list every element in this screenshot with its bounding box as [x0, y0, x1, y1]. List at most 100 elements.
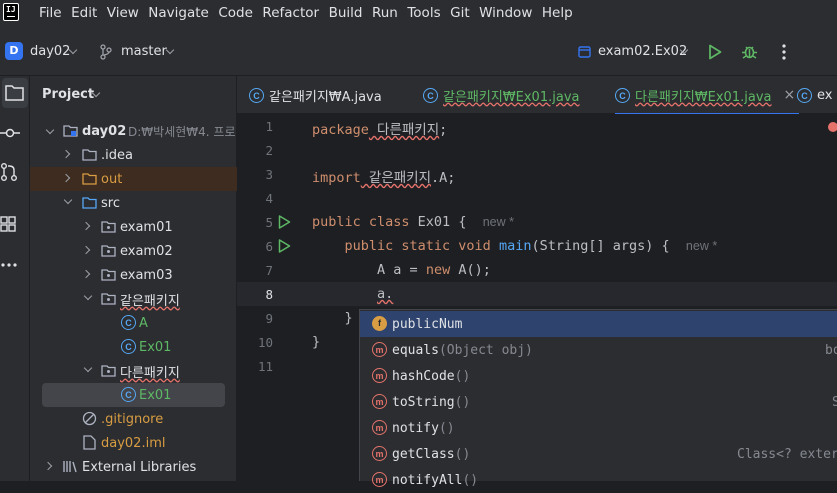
tab-label: 같은패키지₩A.java — [269, 89, 382, 105]
run-config-icon — [578, 46, 591, 58]
tree-label: exam03 — [120, 267, 173, 283]
collapse-chevron-icon[interactable] — [83, 291, 93, 301]
tree-row-exam03[interactable]: exam03 — [30, 263, 237, 287]
completion-name: publicNum — [392, 316, 463, 332]
tree-label: exam02 — [120, 243, 173, 259]
expand-chevron-icon[interactable] — [81, 221, 91, 231]
tree-label: exam01 — [120, 219, 173, 235]
pull-requests-icon[interactable] — [0, 158, 30, 188]
project-selector[interactable]: day02 — [30, 44, 70, 59]
structure-icon[interactable] — [0, 208, 30, 238]
completion-params: () — [454, 368, 471, 384]
tree-row-exam01[interactable]: exam01 — [30, 215, 237, 239]
collapse-chevron-icon[interactable] — [63, 195, 73, 205]
tab-label: 다른패키지₩Ex01.java — [635, 89, 772, 105]
tree-row-src[interactable]: src — [30, 191, 237, 215]
menu-tools[interactable]: Tools — [407, 5, 440, 21]
package-icon — [101, 365, 116, 377]
final-method-icon: m — [372, 420, 387, 435]
menu-navigate[interactable]: Navigate — [148, 5, 209, 21]
ignore-file-icon — [82, 411, 97, 426]
main-menu: File Edit View Navigate Code Refactor Bu… — [39, 5, 582, 21]
folder-icon — [82, 149, 97, 161]
tree-row-external-libraries[interactable]: External Libraries — [30, 455, 237, 479]
run-gutter-icon[interactable] — [278, 239, 291, 253]
more-tools-icon[interactable] — [0, 250, 30, 280]
code-line-7: A a = new A(); — [377, 262, 491, 278]
package-icon — [101, 269, 116, 281]
line-number: 9 — [265, 311, 273, 326]
tree-label: 같은패키지 — [120, 293, 180, 309]
menu-run[interactable]: Run — [372, 5, 398, 21]
completion-item[interactable]: m equals(Object obj) bo — [360, 337, 837, 363]
line-number: 11 — [257, 359, 273, 374]
tree-label: 다른패키지 — [120, 365, 180, 381]
run-gutter-icon[interactable] — [278, 215, 291, 229]
menu-file[interactable]: File — [39, 5, 62, 21]
tree-row-ex01-same[interactable]: C Ex01 — [30, 335, 237, 359]
project-panel-title[interactable]: Project — [42, 87, 94, 102]
source-folder-icon — [82, 197, 97, 209]
tree-row-same-package[interactable]: 같은패키지 — [30, 287, 237, 311]
collapse-chevron-icon[interactable] — [83, 363, 93, 373]
menu-code[interactable]: Code — [218, 5, 253, 21]
expand-chevron-icon[interactable] — [45, 125, 55, 135]
menu-view[interactable]: View — [107, 5, 139, 21]
menu-window[interactable]: Window — [479, 5, 532, 21]
tab-a-java[interactable]: C 같은패키지₩A.java — [249, 76, 382, 114]
expand-chevron-icon[interactable] — [61, 149, 71, 159]
expand-chevron-icon[interactable] — [61, 173, 71, 183]
completion-item[interactable]: m notify() — [360, 415, 837, 441]
menu-build[interactable]: Build — [329, 5, 363, 21]
commit-icon[interactable] — [0, 118, 30, 148]
git-branch-icon — [100, 44, 112, 60]
completion-item[interactable]: m hashCode() — [360, 363, 837, 389]
menu-refactor[interactable]: Refactor — [262, 5, 319, 21]
author-hint: new * — [482, 215, 514, 229]
tree-row-idea[interactable]: .idea — [30, 143, 237, 167]
completion-item[interactable]: m notifyAll() — [360, 467, 837, 493]
completion-params: () — [454, 394, 471, 410]
tree-label: External Libraries — [82, 459, 197, 475]
class-icon: C — [797, 87, 812, 103]
menu-help[interactable]: Help — [542, 5, 573, 21]
tab-overflow[interactable]: C ex — [797, 76, 832, 114]
tab-label: 같은패키지₩Ex01.java — [443, 89, 580, 105]
intellij-logo-icon[interactable]: IJ — [3, 3, 19, 21]
completion-item[interactable]: m toString() S — [360, 389, 837, 415]
tree-row-exam02[interactable]: exam02 — [30, 239, 237, 263]
menu-git[interactable]: Git — [450, 5, 470, 21]
run-config-selector[interactable]: exam02.Ex02 — [598, 44, 687, 59]
completion-name: hashCode — [392, 368, 455, 384]
branch-selector[interactable]: master — [121, 44, 167, 59]
tree-row-root[interactable]: day02 D:₩박세현₩4. 프로 — [30, 119, 237, 143]
tree-label: Ex01 — [139, 387, 172, 403]
error-indicator-icon[interactable] — [827, 121, 837, 133]
project-badge[interactable]: D — [5, 42, 23, 60]
tree-row-other-package[interactable]: 다른패키지 — [30, 359, 237, 383]
tree-row-gitignore[interactable]: .gitignore — [30, 407, 237, 431]
menu-edit[interactable]: Edit — [71, 5, 97, 21]
project-panel: Project day02 D:₩박세현₩4. 프로 .idea out src… — [30, 76, 237, 481]
completion-item[interactable]: f publicNum — [360, 311, 837, 337]
code-line-6: public static void main(String[] args) {… — [344, 238, 718, 254]
expand-chevron-icon[interactable] — [43, 461, 53, 471]
project-tool-icon[interactable] — [2, 78, 28, 108]
expand-chevron-icon[interactable] — [81, 269, 91, 279]
tree-label: .gitignore — [101, 411, 164, 427]
tree-row-out[interactable]: out — [30, 167, 237, 191]
run-icon[interactable] — [708, 44, 722, 60]
tab-ex01-other-package[interactable]: C 다른패키지₩Ex01.java × — [615, 76, 800, 115]
more-options-icon[interactable] — [780, 43, 788, 61]
tab-ex01-same-package[interactable]: C 같은패키지₩Ex01.java — [423, 76, 579, 114]
close-icon[interactable]: × — [783, 87, 795, 103]
class-icon: C — [121, 315, 136, 330]
tree-row-class-a[interactable]: C A — [30, 311, 237, 335]
debug-icon[interactable] — [741, 43, 758, 60]
tree-label: A — [139, 315, 148, 331]
tree-row-iml[interactable]: day02.iml — [30, 431, 237, 455]
expand-chevron-icon[interactable] — [81, 245, 91, 255]
tree-row-ex01-other-selected[interactable]: C Ex01 — [42, 383, 225, 407]
completion-item[interactable]: m getClass() Class<? exter — [360, 441, 837, 467]
tree-label: out — [101, 171, 123, 187]
